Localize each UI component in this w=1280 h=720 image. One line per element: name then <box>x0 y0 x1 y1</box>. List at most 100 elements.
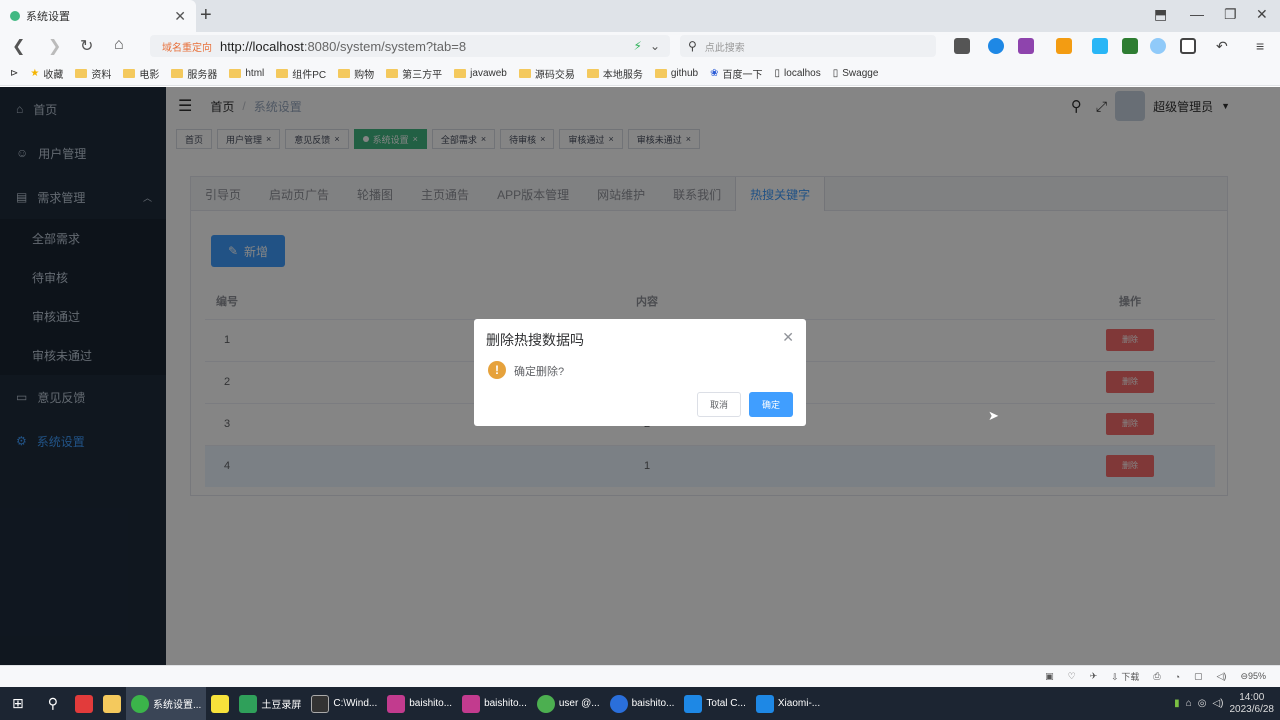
new-tab-icon[interactable]: + <box>200 4 212 27</box>
bookmark-item[interactable]: ★ 收藏 <box>24 66 69 81</box>
bookmark-item[interactable]: 第三方平 <box>380 66 448 81</box>
search-placeholder: 点此搜索 <box>704 42 745 54</box>
rocket-icon[interactable]: ✈ <box>1090 671 1098 682</box>
undo-icon[interactable]: ↶ <box>1216 38 1232 54</box>
battery-icon: ▮ <box>1174 698 1180 709</box>
grid-icon[interactable] <box>1180 38 1196 54</box>
reload-icon[interactable]: ↻ <box>80 36 93 56</box>
url-bar[interactable]: 域名重定向 http://localhost:8080/system/syste… <box>150 35 670 57</box>
folder-icon <box>171 69 184 78</box>
magnifier-icon[interactable] <box>988 38 1004 54</box>
page-icon: ▯ <box>832 68 839 79</box>
taskbar-app[interactable]: 土豆录屏 <box>234 687 306 720</box>
restore-icon[interactable]: ❐ <box>1224 6 1237 23</box>
taskbar-app[interactable]: Total C... <box>679 687 750 720</box>
mouse-cursor-icon: ➤ <box>988 408 999 423</box>
bookmark-item[interactable]: ▯ localhos <box>769 68 827 79</box>
bookmark-item[interactable]: github <box>649 68 704 79</box>
taskbar-app[interactable]: user @... <box>532 687 605 720</box>
heart-icon[interactable]: ♡ <box>1068 671 1076 682</box>
cancel-button[interactable]: 取消 <box>697 392 741 417</box>
dialog-message: 确定删除? <box>514 366 565 378</box>
start-icon[interactable]: ⊞ <box>0 687 36 720</box>
printer-icon[interactable]: ⎙ <box>1153 671 1160 682</box>
vue-icon[interactable] <box>1122 38 1138 54</box>
bookmark-item[interactable]: 电影 <box>117 66 165 81</box>
folder-icon <box>654 69 667 78</box>
image-icon[interactable]: ▣ <box>1045 671 1054 682</box>
shirt-icon[interactable]: ⬒ <box>1154 6 1167 23</box>
translate-icon[interactable] <box>1018 38 1034 54</box>
browser-status-bar: ▣ ♡ ✈ ⇩ 下载 ⎙ ◔ ▢ ◁) ⊖95% <box>0 665 1280 687</box>
minus-icon[interactable] <box>1150 38 1166 54</box>
youdao-icon[interactable] <box>70 687 98 720</box>
browser-tab-title: 系统设置 <box>26 11 70 23</box>
paw-icon: ❀ <box>710 68 719 79</box>
sidebar-toggle-icon[interactable]: ⊳ <box>0 68 24 79</box>
folder-icon <box>586 69 599 78</box>
taskbar-app[interactable]: 系统设置... <box>126 687 207 720</box>
bookmark-item[interactable]: 源码交易 <box>513 66 581 81</box>
browser-tab[interactable]: 系统设置 ✕ <box>0 0 196 32</box>
bookmarks-bar: ⊳ ★ 收藏 资料 电影 服务器 html 组件PC 购物 第三方平 javawe… <box>0 62 1280 86</box>
bookmark-item[interactable]: javaweb <box>448 68 513 79</box>
file-explorer-icon[interactable] <box>98 687 126 720</box>
volume-icon[interactable]: ◁) <box>1217 671 1227 682</box>
menu-icon[interactable]: ≡ <box>1256 38 1272 54</box>
chevron-down-icon[interactable]: ⌄ <box>650 39 660 53</box>
wifi-icon: ◎ <box>1197 698 1207 709</box>
confirm-button[interactable]: 确定 <box>749 392 793 417</box>
taskbar-app[interactable]: baishito... <box>605 687 680 720</box>
close-icon[interactable]: ✕ <box>782 329 794 346</box>
cut-icon[interactable] <box>954 38 970 54</box>
bookmark-item[interactable]: 组件PC <box>270 66 332 81</box>
bookmark-item[interactable]: 服务器 <box>165 66 223 81</box>
close-window-icon[interactable]: ✕ <box>1256 6 1268 23</box>
taskbar-app[interactable]: C:\Wind... <box>306 687 382 720</box>
network-icon: ⌂ <box>1185 698 1192 709</box>
bookmark-item[interactable]: html <box>223 68 270 79</box>
folder-icon <box>276 69 289 78</box>
shield-icon[interactable] <box>1056 38 1072 54</box>
download-button[interactable]: ⇩ 下载 <box>1111 670 1139 683</box>
taskbar-app[interactable]: Xiaomi-... <box>751 687 825 720</box>
folder-icon <box>123 69 136 78</box>
history-icon[interactable]: ◔ <box>1175 672 1180 682</box>
taskbar-app[interactable]: baishito... <box>457 687 532 720</box>
clock[interactable]: 14:00 2023/6/28 <box>1230 692 1275 716</box>
clock-date: 2023/6/28 <box>1229 703 1275 715</box>
bookmark-item[interactable]: ▯ Swagge <box>827 68 885 79</box>
url-text: http://localhost:8080/system/system?tab=… <box>220 38 467 54</box>
site-favicon-icon <box>10 11 20 21</box>
zoom-level[interactable]: ⊖95% <box>1240 671 1266 682</box>
system-tray[interactable]: ▮ ⌂ ◎ ◁) 14:00 2023/6/28 <box>1174 692 1280 716</box>
home-icon[interactable]: ⌂ <box>114 36 124 54</box>
forward-icon[interactable]: ❯ <box>48 36 61 56</box>
star-icon: ★ <box>30 68 40 79</box>
folder-icon <box>338 69 351 78</box>
taskbar-app[interactable]: baishito... <box>382 687 457 720</box>
triangle-icon[interactable] <box>1092 38 1108 54</box>
bookmark-item[interactable]: 资料 <box>69 66 117 81</box>
bookmark-item[interactable]: ❀ 百度一下 <box>704 66 768 81</box>
minimize-icon[interactable]: — <box>1190 6 1204 22</box>
dialog-title: 删除热搜数据吗 <box>486 332 584 348</box>
notes-icon[interactable] <box>206 687 234 720</box>
window-icon[interactable]: ▢ <box>1194 671 1203 682</box>
folder-icon <box>518 69 531 78</box>
folder-icon <box>454 69 467 78</box>
search-icon[interactable]: ⚲ <box>36 687 70 720</box>
back-icon[interactable]: ❮ <box>12 36 25 56</box>
close-tab-icon[interactable]: ✕ <box>174 8 186 25</box>
folder-icon <box>229 69 242 78</box>
search-input[interactable]: ⚲ 点此搜索 <box>680 35 936 57</box>
warning-icon: ! <box>488 361 506 379</box>
lightning-icon[interactable]: ⚡ <box>634 39 642 53</box>
folder-icon <box>75 69 88 78</box>
search-icon: ⚲ <box>688 39 697 53</box>
volume-icon: ◁) <box>1212 698 1224 709</box>
folder-icon <box>386 69 399 78</box>
bookmark-item[interactable]: 本地服务 <box>581 66 649 81</box>
bookmark-item[interactable]: 购物 <box>332 66 380 81</box>
redirect-label: 域名重定向 <box>162 42 212 54</box>
